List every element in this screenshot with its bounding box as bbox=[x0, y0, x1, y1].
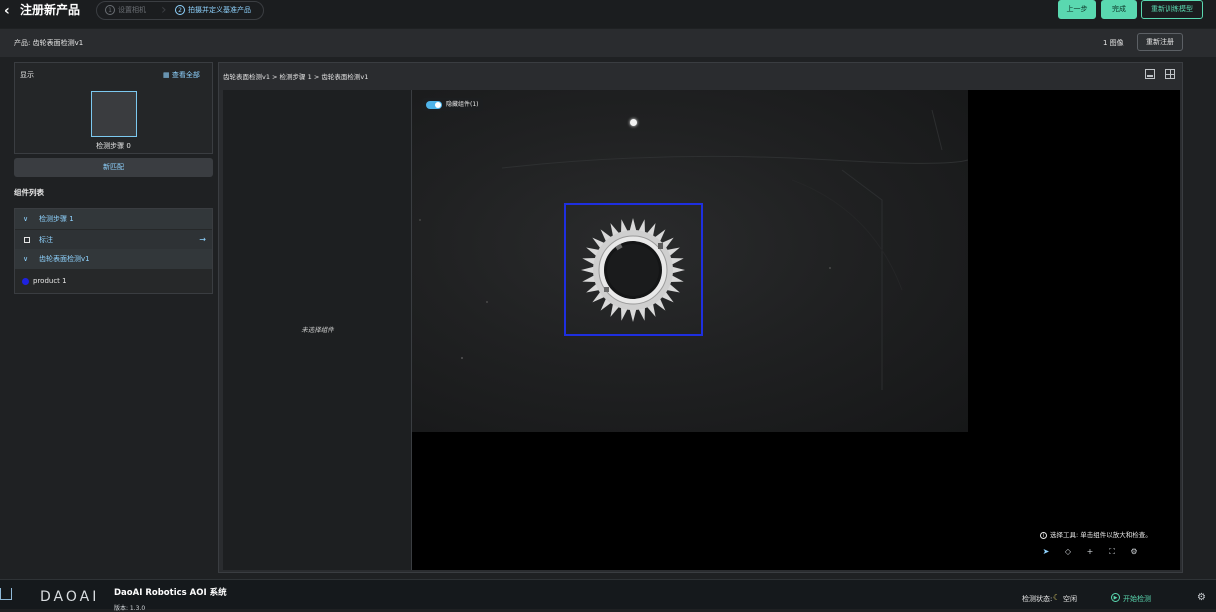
page-title: 注册新产品 bbox=[20, 3, 81, 17]
list-item-gear-inspection[interactable]: ∨ 齿轮表面检测v1 bbox=[15, 249, 212, 269]
top-bar: ‹ 注册新产品 1 设置相机 › 2 拍摄并定义基准产品 上一步 完成 重新训练模型 bbox=[0, 0, 1216, 28]
product-bounding-box[interactable] bbox=[564, 203, 703, 336]
hide-components-label: 隐藏组件(1) bbox=[446, 101, 479, 108]
daoai-logo: DAOAI bbox=[40, 589, 100, 605]
gear-icon[interactable]: ⚙ bbox=[1128, 546, 1140, 558]
breadcrumb: 齿轮表面检测v1 > 检测步骤 1 > 齿轮表面检测v1 bbox=[223, 73, 369, 81]
moon-icon: ☾ bbox=[1053, 593, 1061, 602]
list-item-step[interactable]: ∨ 检测步骤 1 bbox=[15, 209, 212, 229]
step-label: 拍摄并定义基准产品 bbox=[188, 6, 251, 14]
display-panel: 显示 ▦ 查看全部 检测步骤 0 bbox=[14, 62, 213, 154]
select-tool-icon[interactable]: ➤ bbox=[1040, 546, 1052, 558]
list-item-label: 检测步骤 1 bbox=[39, 215, 74, 223]
image-count: 1 图像 bbox=[1103, 39, 1124, 47]
play-icon[interactable]: ▶ bbox=[1111, 593, 1120, 602]
grid-view-icon[interactable] bbox=[1165, 69, 1175, 79]
arrow-right-icon[interactable]: → bbox=[199, 230, 206, 250]
add-tool-icon[interactable]: + bbox=[1084, 546, 1096, 558]
thumbnail-label: 检测步骤 0 bbox=[96, 142, 131, 150]
back-icon[interactable]: ‹ bbox=[4, 2, 18, 20]
eraser-tool-icon[interactable]: ◇ bbox=[1062, 546, 1074, 558]
toggle-switch[interactable] bbox=[426, 100, 442, 109]
tool-hint-text: 选择工具: 单击组件以放大和检查。 bbox=[1050, 531, 1152, 539]
detection-status-label: 检测状态: bbox=[1022, 595, 1053, 603]
component-list-title: 组件列表 bbox=[14, 188, 44, 197]
stepper: 1 设置相机 › 2 拍摄并定义基准产品 bbox=[96, 1, 264, 20]
fit-screen-icon[interactable]: ⛶ bbox=[1106, 546, 1118, 558]
chevron-right-icon: › bbox=[161, 2, 167, 18]
step-label: 设置相机 bbox=[118, 6, 146, 14]
reregister-button[interactable]: 重新注册 bbox=[1137, 33, 1183, 51]
chevron-down-icon[interactable]: ∨ bbox=[23, 209, 33, 229]
no-selection-text: 未选择组件 bbox=[301, 326, 334, 334]
list-item-label: 标注 bbox=[39, 236, 53, 244]
square-icon bbox=[24, 237, 30, 243]
view-all-link[interactable]: ▦ 查看全部 bbox=[163, 70, 200, 80]
info-icon: i bbox=[1040, 532, 1047, 539]
product-name: 产品: 齿轮表面检测v1 bbox=[14, 39, 84, 47]
product-bar: 产品: 齿轮表面检测v1 1 图像 重新注册 bbox=[0, 29, 1216, 57]
list-item-product[interactable]: product 1 bbox=[15, 271, 212, 291]
step-thumbnail[interactable] bbox=[91, 91, 137, 137]
reflection-spot bbox=[630, 119, 637, 126]
component-list: ∨ 检测步骤 1 标注 → ∨ 齿轮表面检测v1 product 1 bbox=[14, 208, 213, 294]
properties-pane: 未选择组件 bbox=[223, 90, 412, 570]
settings-icon[interactable]: ⚙ bbox=[1197, 592, 1206, 603]
chevron-down-icon[interactable]: ∨ bbox=[23, 249, 33, 269]
detection-status-value: 空闲 bbox=[1063, 595, 1077, 603]
list-item-label: product 1 bbox=[33, 277, 67, 285]
new-match-button[interactable]: 新匹配 bbox=[14, 158, 213, 177]
tool-hint: i 选择工具: 单击组件以放大和检查。 bbox=[1040, 529, 1152, 539]
list-item-label: 齿轮表面检测v1 bbox=[39, 255, 90, 263]
home-icon[interactable] bbox=[0, 588, 12, 600]
grid-icon: ▦ bbox=[163, 71, 172, 79]
step-number: 2 bbox=[175, 5, 185, 15]
step-setup-camera[interactable]: 1 设置相机 bbox=[105, 2, 146, 19]
app-version: 版本: 1.3.0 bbox=[114, 605, 146, 612]
step-capture-define[interactable]: 2 拍摄并定义基准产品 bbox=[175, 2, 251, 19]
color-dot-icon bbox=[22, 278, 29, 285]
step-number: 1 bbox=[105, 5, 115, 15]
retrain-model-button[interactable]: 重新训练模型 bbox=[1141, 0, 1203, 19]
app-name: DaoAI Robotics AOI 系统 bbox=[114, 588, 227, 598]
footer: DAOAI DaoAI Robotics AOI 系统 版本: 1.3.0 检测… bbox=[0, 579, 1216, 612]
done-button[interactable]: 完成 bbox=[1101, 0, 1137, 19]
single-view-icon[interactable] bbox=[1145, 69, 1155, 79]
list-item-annotation[interactable]: 标注 → bbox=[15, 230, 212, 250]
view-all-label: 查看全部 bbox=[171, 71, 200, 79]
view-toggle bbox=[1145, 69, 1179, 81]
display-title: 显示 bbox=[20, 71, 34, 79]
main-panel: 齿轮表面检测v1 > 检测步骤 1 > 齿轮表面检测v1 未选择组件 隐藏组件(… bbox=[218, 62, 1183, 573]
start-detection-button[interactable]: 开始检测 bbox=[1123, 594, 1151, 604]
prev-button[interactable]: 上一步 bbox=[1058, 0, 1096, 19]
hide-components-toggle[interactable]: 隐藏组件(1) bbox=[422, 98, 483, 111]
image-canvas[interactable]: 隐藏组件(1) i 选择工具: 单击组件以放大和检查。 ➤ ◇ + ⛶ ⚙ bbox=[412, 90, 1180, 570]
canvas-toolbar: ➤ ◇ + ⛶ ⚙ bbox=[1040, 546, 1150, 558]
